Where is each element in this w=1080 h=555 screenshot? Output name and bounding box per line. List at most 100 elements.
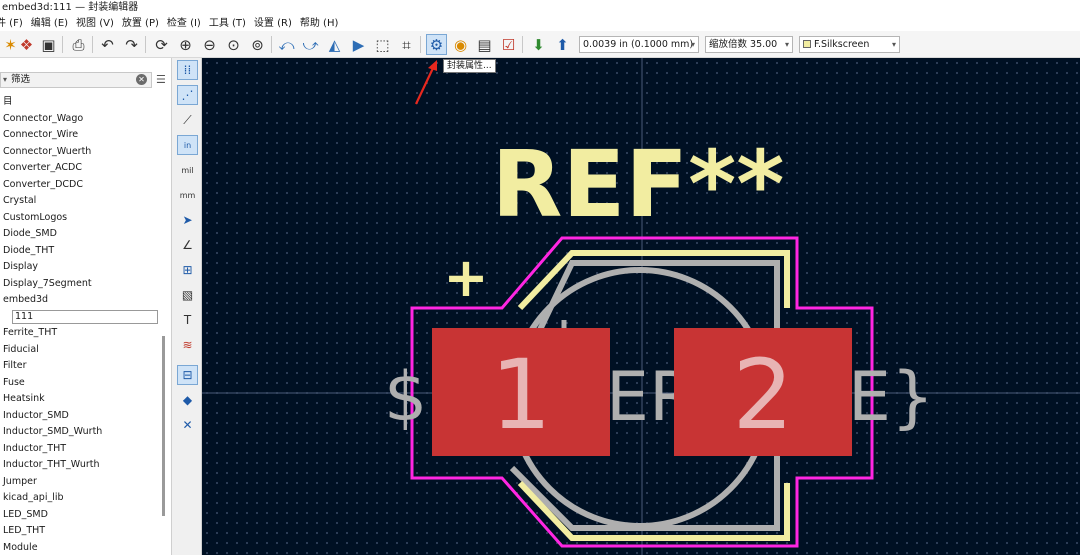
list-item[interactable]: Crystal [0,193,160,210]
panel-scrollbar[interactable] [162,336,165,516]
zoom-in-icon[interactable]: ⊕ [175,34,196,55]
clear-filter-icon[interactable]: ✕ [136,74,147,85]
print-icon[interactable]: ⎙ [68,34,89,55]
layer-select[interactable]: F.Silkscreen ▾ [799,36,900,53]
layer-swatch [803,40,811,48]
list-item[interactable]: kicad_api_lib [0,490,160,507]
list-item[interactable]: Display [0,259,160,276]
footprint-properties-icon[interactable]: ⚙ [426,34,447,55]
list-item[interactable]: Connector_Wuerth [0,144,160,161]
save-icon[interactable]: ▣ [38,34,59,55]
menu-place[interactable]: 放置 (P) [120,16,165,31]
selected-footprint-label: 111 [12,309,158,324]
pad-2-number: 2 [732,339,793,451]
filter-row: ▾ 筛选 ✕ ☰ [0,72,172,88]
undo-icon[interactable]: ↶ [97,34,118,55]
menu-inspect[interactable]: 检查 (I) [165,16,207,31]
list-item[interactable]: Fuse [0,375,160,392]
list-item[interactable]: Ferrite_THT [0,325,160,342]
footprint-canvas[interactable]: $ ER E} 1 2 REF** + [202,58,1080,555]
main-toolbar: ✶ ❖ ▣ ⎙ ↶ ↷ ⟳ ⊕ ⊖ ⊙ ⊚ ⤺ ⤻ ◭ ▶ ⬚ ⌗ ⚙ ◉ ▤ … [0,31,1080,58]
filter-placeholder: 筛选 [11,74,31,85]
menu-edit[interactable]: 编辑 (E) [29,16,74,31]
list-item-selected[interactable]: 111 [0,309,160,326]
grid-dots-icon[interactable]: ⁞⁞ [177,60,198,80]
list-item[interactable]: Converter_DCDC [0,177,160,194]
list-item[interactable]: Diode_THT [0,243,160,260]
list-item[interactable]: Inductor_SMD [0,408,160,425]
zoom-select-value: 缩放倍数 35.00 [709,39,778,50]
units-mil-icon[interactable]: mil [177,160,198,180]
annotation-arrow [415,60,437,105]
filter-input[interactable]: ▾ 筛选 [0,72,152,88]
list-item[interactable]: Heatsink [0,391,160,408]
list-item[interactable]: Fiducial [0,342,160,359]
polar-coords-icon[interactable]: ⟋ [177,110,198,130]
list-item[interactable]: 目 [0,94,160,111]
chevron-down-icon: ▾ [3,75,8,84]
left-toolbar: ⁞⁞ ⋰ ⟋ in mil mm ➤ ∠ ⊞ ▧ T ≋ ⊟ ◆ ✕ [172,58,202,555]
menu-settings[interactable]: 设置 (R) [252,16,298,31]
units-inch-icon[interactable]: in [177,135,198,155]
reference-text: REF** [492,131,785,238]
redo-icon[interactable]: ↷ [121,34,142,55]
zoom-out-icon[interactable]: ⊖ [199,34,220,55]
menu-file[interactable]: 件 (F) [0,16,29,31]
rotate-cw-icon[interactable]: ⤻ [300,34,321,55]
list-item[interactable]: Diode_SMD [0,226,160,243]
list-item[interactable]: Connector_Wago [0,111,160,128]
zoom-fit-icon[interactable]: ⊙ [223,34,244,55]
library-list: 目 Connector_Wago Connector_Wire Connecto… [0,94,160,555]
layer-select-value: F.Silkscreen [814,39,870,50]
list-item[interactable]: Module [0,540,160,555]
pad-properties-icon[interactable]: ◉ [450,34,471,55]
list-item[interactable]: Inductor_SMD_Wurth [0,424,160,441]
grid-overlay-icon[interactable]: ⋰ [177,85,198,105]
check-footprint-icon[interactable]: ☑ [498,34,519,55]
inspect-footprint-icon[interactable]: ▤ [474,34,495,55]
graphics-outline-icon[interactable]: ≋ [177,335,198,355]
footprint-drawing: $ ER E} 1 2 REF** + [202,58,1080,555]
list-item[interactable]: embed3d [0,292,160,309]
window-title: embed3d:111 — 封装编辑器 [0,0,1080,16]
list-item[interactable]: Inductor_THT [0,441,160,458]
list-item[interactable]: Display_7Segment [0,276,160,293]
list-item[interactable]: Connector_Wire [0,127,160,144]
list-item[interactable]: Jumper [0,474,160,491]
grid-select-value: 0.0039 in (0.1000 mm) [583,39,694,50]
menu-tools[interactable]: 工具 (T) [207,16,252,31]
ungroup-icon[interactable]: ⌗ [396,34,417,55]
units-mm-icon[interactable]: mm [177,185,198,205]
load-from-board-icon[interactable]: ⬇ [528,34,549,55]
create-footprint-icon[interactable]: ❖ [16,34,37,55]
list-item[interactable]: Filter [0,358,160,375]
cursor-icon[interactable]: ➤ [177,210,198,230]
menu-view[interactable]: 视图 (V) [74,16,120,31]
list-item[interactable]: LED_SMD [0,507,160,524]
list-item[interactable]: CustomLogos [0,210,160,227]
value-text-left: $ [384,358,427,437]
menu-help[interactable]: 帮助 (H) [298,16,345,31]
menu-bar: 件 (F) 编辑 (E) 视图 (V) 放置 (P) 检查 (I) 工具 (T)… [0,16,1080,31]
angle-icon[interactable]: ∠ [177,235,198,255]
pad-outline-icon[interactable]: ▧ [177,285,198,305]
tree-view-icon[interactable]: ⊟ [177,365,198,385]
text-outline-icon[interactable]: T [177,310,198,330]
filter-settings-icon[interactable]: ☰ [156,73,166,86]
insert-into-board-icon[interactable]: ⬆ [552,34,573,55]
zoom-selection-icon[interactable]: ⊚ [247,34,268,55]
mirror-h-icon[interactable]: ◭ [324,34,345,55]
pad-1-number: 1 [490,339,551,451]
refresh-icon[interactable]: ⟳ [151,34,172,55]
grid-select[interactable]: 0.0039 in (0.1000 mm) ▾ [579,36,699,53]
mirror-v-icon[interactable]: ▶ [348,34,369,55]
3d-view-icon[interactable]: ◆ [177,390,198,410]
list-item[interactable]: Inductor_THT_Wurth [0,457,160,474]
zoom-select[interactable]: 缩放倍数 35.00 ▾ [705,36,793,53]
list-item[interactable]: Converter_ACDC [0,160,160,177]
list-item[interactable]: LED_THT [0,523,160,540]
tools-icon[interactable]: ✕ [177,415,198,435]
pad-numbers-icon[interactable]: ⊞ [177,260,198,280]
rotate-ccw-icon[interactable]: ⤺ [276,34,297,55]
group-icon[interactable]: ⬚ [372,34,393,55]
